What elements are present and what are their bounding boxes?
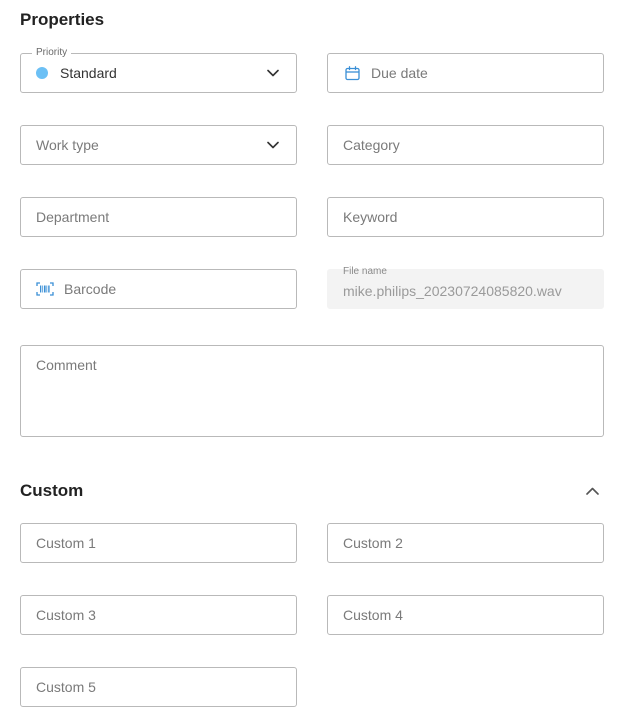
file-name-field: File name mike.philips_20230724085820.wa…	[327, 266, 604, 309]
department-placeholder: Department	[36, 209, 110, 225]
barcode-field[interactable]: Barcode	[20, 269, 297, 309]
keyword-placeholder: Keyword	[343, 209, 398, 225]
custom-2-field[interactable]: Custom 2	[327, 523, 604, 563]
collapse-custom-button[interactable]	[582, 482, 602, 500]
chevron-down-icon[interactable]	[265, 137, 281, 153]
barcode-icon[interactable]	[36, 280, 54, 298]
priority-label: Priority	[32, 46, 72, 60]
custom-3-placeholder: Custom 3	[36, 607, 96, 623]
barcode-placeholder: Barcode	[64, 281, 117, 297]
comment-placeholder: Comment	[36, 357, 97, 373]
custom-1-field[interactable]: Custom 1	[20, 523, 297, 563]
due-date-field[interactable]: Due date	[327, 53, 604, 93]
priority-indicator-dot	[36, 67, 48, 79]
department-field[interactable]: Department	[20, 197, 297, 237]
calendar-icon	[343, 64, 361, 82]
comment-textarea[interactable]: Comment	[20, 345, 604, 437]
custom-title: Custom	[20, 481, 84, 500]
work-type-placeholder: Work type	[36, 137, 99, 153]
custom-4-placeholder: Custom 4	[343, 607, 403, 623]
due-date-placeholder: Due date	[371, 65, 428, 81]
category-field[interactable]: Category	[327, 125, 604, 165]
work-type-select[interactable]: Work type	[20, 125, 297, 165]
custom-5-placeholder: Custom 5	[36, 679, 96, 695]
priority-select[interactable]: Priority Standard	[20, 46, 297, 93]
custom-2-placeholder: Custom 2	[343, 535, 403, 551]
category-placeholder: Category	[343, 137, 400, 153]
file-name-label: File name	[343, 266, 387, 277]
priority-value: Standard	[60, 65, 117, 81]
properties-title: Properties	[20, 10, 105, 29]
chevron-up-icon	[585, 482, 599, 500]
file-name-value: mike.philips_20230724085820.wav	[343, 282, 562, 299]
custom-3-field[interactable]: Custom 3	[20, 595, 297, 635]
custom-4-field[interactable]: Custom 4	[327, 595, 604, 635]
custom-1-placeholder: Custom 1	[36, 535, 96, 551]
custom-5-field[interactable]: Custom 5	[20, 667, 297, 707]
chevron-down-icon[interactable]	[265, 65, 281, 81]
keyword-field[interactable]: Keyword	[327, 197, 604, 237]
